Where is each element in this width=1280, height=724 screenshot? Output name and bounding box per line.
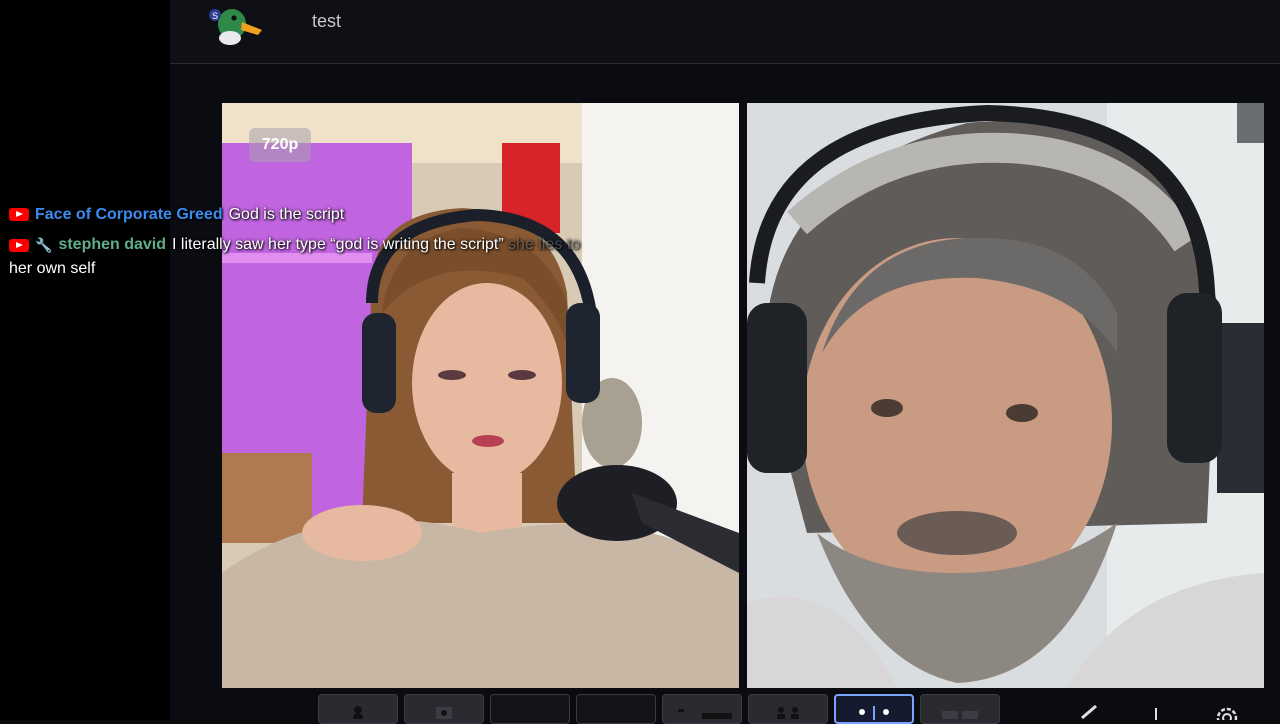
chat-author: Face of Corporate Greed bbox=[35, 206, 223, 223]
two-people-icon bbox=[777, 707, 799, 719]
top-header: S test bbox=[170, 0, 1280, 64]
grid-icon bbox=[942, 711, 978, 719]
chat-text: God is the script bbox=[228, 206, 345, 223]
chat-text: her own self bbox=[9, 260, 96, 277]
quality-badge: 720p bbox=[249, 128, 311, 162]
gear-icon[interactable] bbox=[1212, 700, 1242, 720]
guest-video-left[interactable] bbox=[222, 103, 739, 688]
host-video-right[interactable] bbox=[747, 103, 1264, 688]
youtube-icon bbox=[9, 238, 29, 252]
person-icon bbox=[353, 706, 363, 719]
svg-text:S: S bbox=[212, 11, 218, 21]
chat-author: stephen david bbox=[58, 236, 167, 254]
plus-icon[interactable] bbox=[1146, 700, 1166, 720]
pen-icon[interactable] bbox=[1078, 700, 1102, 720]
chat-message: Face of Corporate Greed God is the script bbox=[9, 200, 344, 230]
chat-text-faded: she lies to bbox=[508, 236, 581, 254]
layout-toolbar bbox=[318, 694, 1000, 724]
chat-text: I literally saw her type “god is writing… bbox=[172, 236, 504, 254]
person-icon bbox=[436, 707, 452, 719]
chat-message-continuation: her own self bbox=[9, 254, 95, 284]
youtube-icon bbox=[9, 208, 29, 222]
stream-title: test bbox=[312, 11, 342, 31]
left-sidebar bbox=[0, 0, 170, 720]
pip-icon bbox=[678, 709, 732, 719]
side-by-side-icon bbox=[859, 706, 889, 720]
duck-logo-icon[interactable]: S bbox=[206, 2, 266, 48]
